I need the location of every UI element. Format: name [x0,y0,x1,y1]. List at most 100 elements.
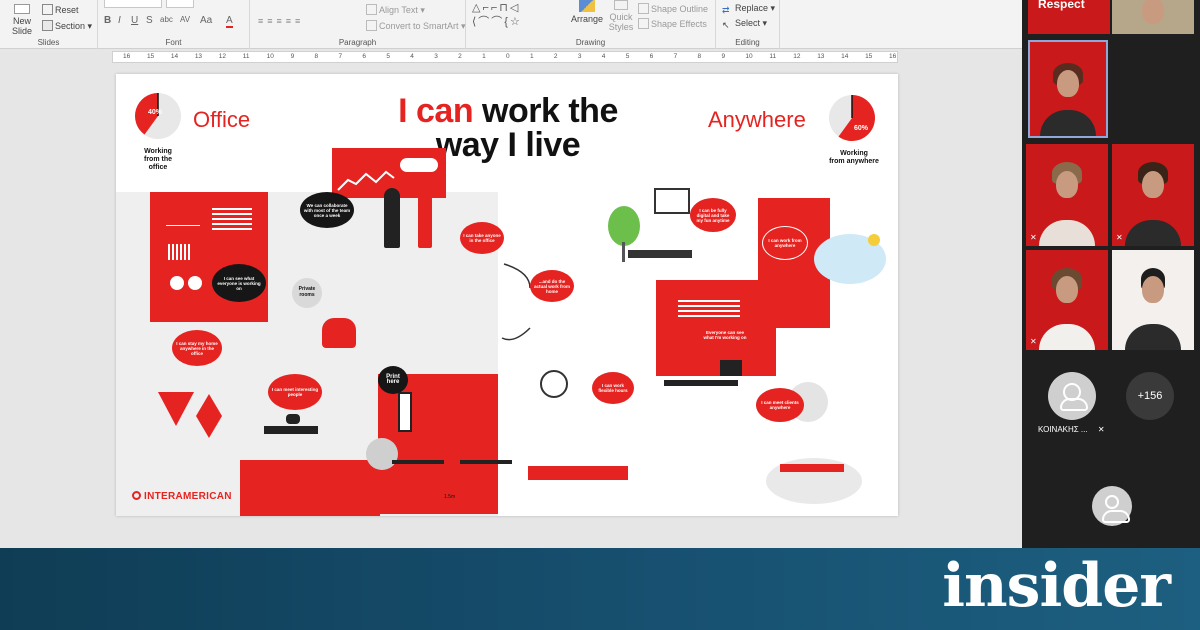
align-text-button[interactable]: Align Text ▾ [366,4,425,16]
participant-body [1040,110,1096,136]
ruler-tick: 12 [793,53,801,60]
video-tile-top-right[interactable] [1112,0,1194,34]
office-pie-chart: 40% [134,93,181,139]
more-participants-button[interactable]: +156 [1126,372,1174,420]
video-tile-presenter[interactable]: Respect [1028,0,1110,34]
reset-icon [42,4,53,15]
participant-face [1057,70,1079,98]
new-slide-label: New [12,16,31,26]
char-spacing-button[interactable]: AV [180,15,190,24]
strikethrough-button[interactable]: S [146,15,153,26]
ruler-tick: 11 [242,53,250,60]
ribbon-toolbar: New Slide Reset Section ▾ Slides B I U S… [0,0,1022,49]
underline-button[interactable]: U [131,15,138,26]
ruler-tick: 5 [625,53,630,60]
video-tile-4[interactable]: ✕ [1026,250,1108,350]
section-button[interactable]: Section ▾ [42,20,92,32]
working-office-line-1: Working [144,148,172,155]
ruler-tick: 16 [123,53,131,60]
select-button[interactable]: ↖ Select ▾ [722,18,767,31]
convert-smartart-button[interactable]: Convert to SmartArt ▾ [366,20,466,32]
anywhere-pct-text: 60% [854,125,869,132]
shapes-gallery[interactable]: △⌐⌐⊓◁ ⟨⌒⌒{☆ [472,1,568,31]
insider-logo[interactable]: insider [942,550,1171,622]
shape-outline-button[interactable]: Shape Outline [638,3,708,14]
mic-muted-icon: ✕ [1097,425,1105,434]
bold-button[interactable]: B [104,15,111,26]
lamp-shade [366,438,398,470]
drawing-group-label: Drawing [575,38,606,47]
office-desk [264,426,318,434]
quick-styles-label-2: Styles [608,22,634,32]
arrange-label: Arrange [570,14,604,24]
slides-group-label: Slides [37,38,60,47]
participant-avatar[interactable] [1048,372,1096,420]
ruler-tick: 1 [482,53,486,60]
video-tile-3[interactable]: ✕ [1112,144,1194,246]
bubble-stay-home: I can stay my home anywhere in the offic… [172,330,222,366]
section-icon [42,20,53,31]
self-avatar[interactable] [1092,486,1132,526]
shape-outline-icon [638,3,649,14]
new-slide-button[interactable]: New Slide [8,4,36,36]
bubble-meet-people: I can meet interesting people [268,374,322,410]
video-tile-active-speaker[interactable] [1028,40,1108,138]
ruler-tick: 10 [266,53,274,60]
person-standing-1 [384,188,400,248]
font-color-button[interactable]: A [226,15,233,28]
video-tile-5[interactable] [1112,250,1194,350]
working-anywhere-label: Working from anywhere [816,150,892,166]
new-slide-label-2: Slide [11,26,32,36]
font-name-select[interactable] [104,0,162,8]
ruler-tick: 13 [194,53,203,60]
replace-icon: ⇄ [722,5,730,15]
change-case-button[interactable]: Aa [200,15,212,26]
private-rooms-label: Private rooms [290,286,324,298]
logo-text: INTERAMERICAN [144,491,232,502]
ruler-tick: 8 [314,53,319,60]
paragraph-group-label: Paragraph [338,38,377,47]
participant-face [1142,170,1164,198]
section-label: Section [55,21,86,31]
mic-muted-icon: ✕ [1030,233,1037,242]
alignment-buttons[interactable]: ≡≡≡≡≡ [258,16,304,26]
dashboard-pie-1 [170,276,184,290]
meeting-floor-panel [240,460,380,516]
person-standing-2 [418,192,432,248]
align-text-label: Align Text [379,5,418,15]
shadow-button[interactable]: abc [160,15,173,24]
ruler-tick: 6 [362,53,366,60]
slide-canvas[interactable]: I can work the way I live 40% Office Wor… [116,74,898,516]
flow-arrows [501,263,531,341]
ruler-tick: 12 [218,53,226,60]
video-tile-2[interactable]: ✕ [1026,144,1108,246]
office-pct-text: 40% [148,109,163,116]
shape-effects-button[interactable]: Shape Effects [638,18,707,29]
floating-screen [654,188,690,214]
italic-button[interactable]: I [118,15,121,26]
quick-styles-button[interactable]: Quick Styles [606,0,636,32]
font-group-label: Font [165,38,182,47]
working-office-label: Working from the office [130,148,186,172]
drawing-group: △⌐⌐⊓◁ ⟨⌒⌒{☆ Arrange Quick Styles Shape O… [466,0,716,49]
shape-effects-label: Shape Effects [651,19,707,29]
user-icon [1060,383,1088,411]
screen-line-chart [337,170,395,191]
printer-icon [398,392,412,432]
dashboard-pie-2 [188,276,202,290]
bubble-fully-digital: I can be fully digital and take my fun a… [690,198,736,232]
reset-button[interactable]: Reset [42,4,79,15]
bubble-work-anywhere: I can work from anywhere [762,226,808,260]
flow-arrow-1 [503,263,531,289]
private-rooms-line-2: rooms [299,292,315,298]
font-size-select[interactable] [166,0,194,8]
bubble-flexible: I can work flexible hours [592,372,634,404]
working-anywhere-line-1: Working [840,150,868,157]
replace-button[interactable]: ⇄ Replace ▾ [722,3,775,16]
arrange-button[interactable]: Arrange [570,0,604,24]
tree-1-trunk [622,242,625,262]
ruler-tick: 15 [146,53,155,60]
horizontal-ruler: 16 15 14 13 12 11 10 9 8 7 6 5 4 3 2 1 0 1 2 3 4 5 6 7 8 9 10 11 12 1… [112,51,898,63]
font-group: B I U S abc AV Aa A Font [98,0,250,49]
align-text-icon [366,4,377,15]
